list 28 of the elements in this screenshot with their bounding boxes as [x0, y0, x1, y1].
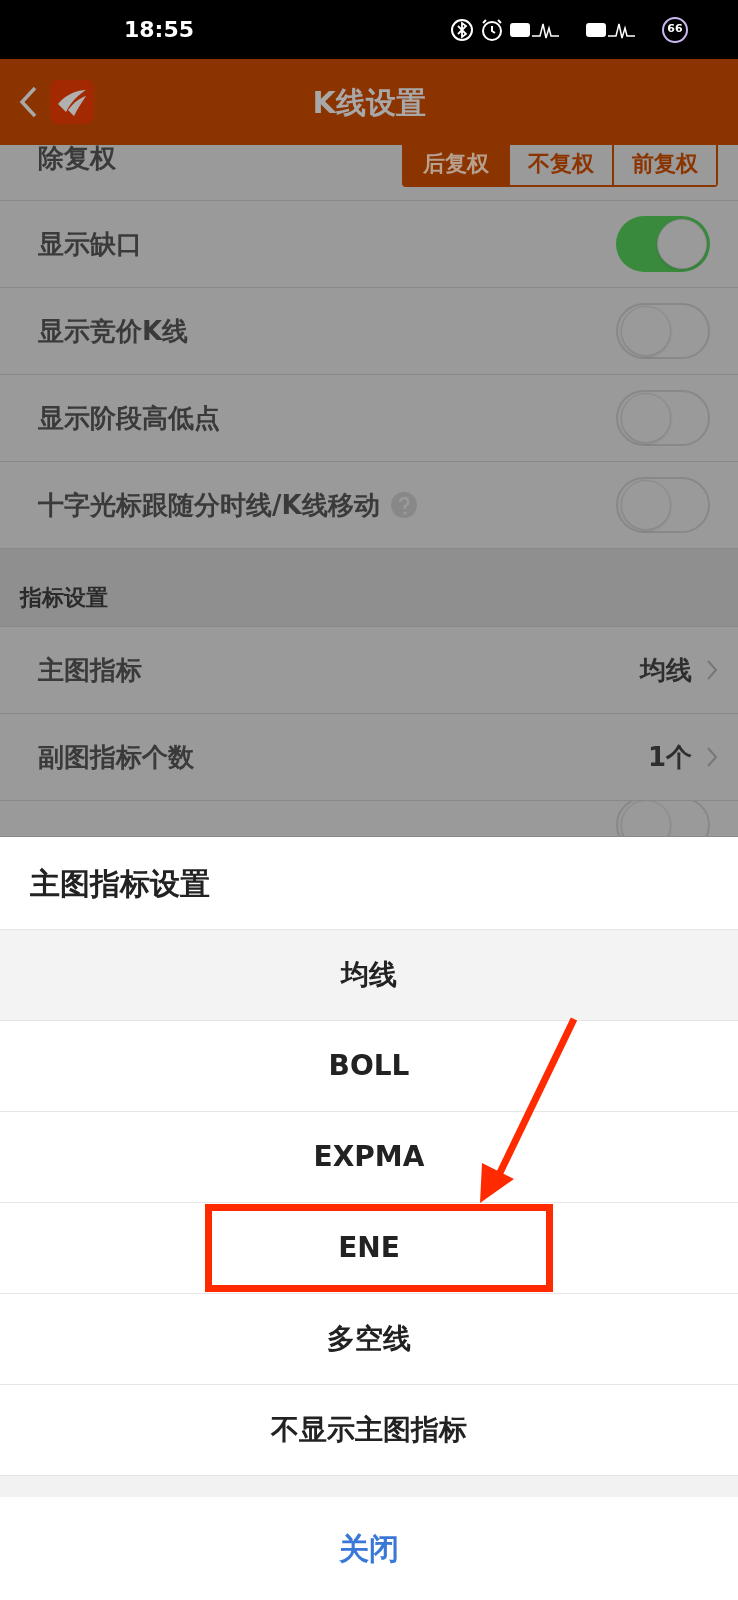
- logo-icon: [50, 80, 94, 124]
- back-icon[interactable]: [18, 85, 38, 119]
- setting-label: 显示缺口: [38, 227, 142, 261]
- page-title: K线设置: [312, 83, 426, 122]
- option-item[interactable]: 均线: [0, 930, 738, 1021]
- setting-label: 副图指标个数: [38, 740, 194, 774]
- sheet-title: 主图指标设置: [30, 864, 210, 903]
- setting-value: 1个: [647, 740, 692, 774]
- chevron-icon: [706, 746, 718, 768]
- settings-row[interactable]: 副图指标个数 1个: [0, 714, 738, 801]
- setting-label: 显示竞价K线: [38, 314, 189, 348]
- toggle-switch[interactable]: [616, 390, 710, 446]
- setting-label: 十字光标跟随分时线/K线移动: [38, 488, 380, 522]
- setting-value: 均线: [640, 653, 692, 687]
- setting-label: 除复权: [38, 145, 116, 175]
- battery-indicator: 66: [662, 16, 688, 43]
- settings-row[interactable]: 主图指标 均线: [0, 627, 738, 714]
- alarm-icon: [480, 17, 504, 42]
- chevron-icon: [706, 659, 718, 681]
- toggle-switch[interactable]: [616, 477, 710, 533]
- toggle-switch[interactable]: [616, 216, 710, 272]
- status-time: 18:55: [124, 16, 195, 44]
- setting-label: 主图指标: [38, 653, 142, 687]
- option-item[interactable]: ENE: [0, 1203, 738, 1294]
- setting-label: 显示阶段高低点: [38, 401, 220, 435]
- toggle-switch[interactable]: [616, 303, 710, 359]
- bluetooth-icon: [450, 17, 474, 42]
- section-header: 指标设置: [20, 584, 108, 612]
